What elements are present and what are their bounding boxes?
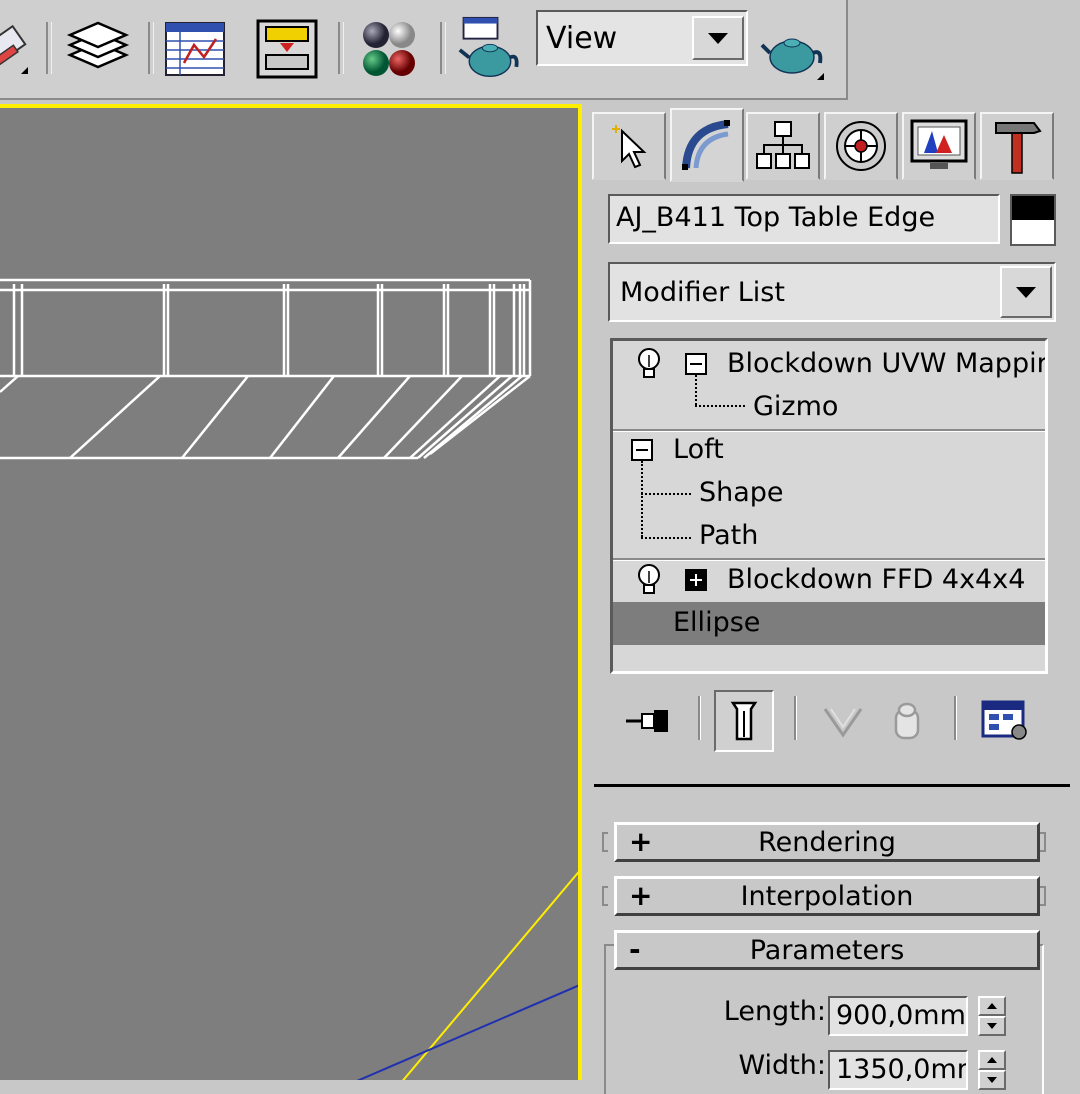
hammer-icon [995, 122, 1042, 174]
object-color-swatch[interactable] [1010, 194, 1056, 246]
chevron-down-icon[interactable] [1000, 266, 1052, 318]
stack-item-shape[interactable]: Shape [613, 472, 1045, 515]
wireframe-geometry [0, 278, 578, 1080]
track-view-icon[interactable] [162, 14, 228, 84]
show-end-result-icon[interactable] [714, 690, 774, 752]
stack-item-label: Blockdown UVW Mappir [727, 348, 1048, 379]
rollout-parameters[interactable]: - Parameters [614, 930, 1040, 970]
collapse-icon[interactable] [631, 439, 653, 461]
stack-item-uvw-mapping[interactable]: Blockdown UVW Mappir [613, 343, 1045, 386]
modify-tab[interactable] [670, 108, 744, 182]
utilities-tab[interactable] [980, 112, 1054, 180]
rollout-title: Parameters [749, 935, 905, 966]
view-dropdown-value: View [546, 21, 618, 56]
length-spinner[interactable] [978, 996, 1006, 1036]
configure-modifier-sets-icon[interactable] [976, 690, 1034, 752]
create-tab[interactable] [592, 112, 666, 180]
lightbulb-icon[interactable] [635, 347, 663, 381]
width-label: Width: [738, 1050, 826, 1081]
lightbulb-icon[interactable] [635, 563, 663, 597]
schematic-view-icon[interactable] [254, 14, 320, 84]
stack-item-label: Shape [699, 477, 784, 508]
layers-icon[interactable] [64, 14, 130, 84]
stack-item-label: Loft [673, 434, 724, 465]
make-unique-icon[interactable] [818, 690, 868, 752]
quick-render-icon[interactable] [760, 14, 826, 84]
hierarchy-tab[interactable] [746, 112, 820, 180]
perspective-viewport[interactable] [0, 104, 582, 1080]
material-editor-icon[interactable] [356, 14, 422, 84]
modify-icon [682, 120, 730, 170]
motion-icon [836, 121, 886, 171]
modifier-list-value: Modifier List [620, 277, 785, 308]
display-icon [910, 119, 968, 169]
expand-icon[interactable] [685, 569, 707, 591]
paint-edit-icon[interactable] [0, 14, 36, 84]
display-tab[interactable] [902, 112, 976, 180]
motion-tab[interactable] [824, 112, 898, 180]
main-toolbar: View [0, 0, 848, 100]
stack-item-ellipse[interactable]: Ellipse [613, 602, 1045, 645]
render-view-dropdown[interactable]: View [536, 10, 748, 66]
rollout-title: Interpolation [740, 881, 914, 912]
hierarchy-icon [756, 121, 810, 169]
stack-item-path[interactable]: Path [613, 515, 1045, 558]
stack-item-label: Gizmo [753, 391, 839, 422]
length-input[interactable]: 900,0mm [828, 996, 968, 1036]
stack-item-label: Blockdown FFD 4x4x4 [727, 564, 1026, 595]
width-spinner[interactable] [978, 1050, 1006, 1090]
stack-item-label: Path [699, 520, 759, 551]
stack-item-gizmo[interactable]: Gizmo [613, 386, 1045, 429]
rollout-interpolation[interactable]: + Interpolation [614, 876, 1040, 916]
object-name-field[interactable]: AJ_B411 Top Table Edge [608, 194, 1000, 244]
length-label: Length: [723, 996, 826, 1027]
command-panel: AJ_B411 Top Table Edge Modifier List Blo… [584, 104, 1080, 1094]
chevron-down-icon[interactable] [692, 16, 744, 60]
remove-modifier-icon[interactable] [884, 690, 930, 752]
stack-item-loft[interactable]: Loft [613, 429, 1045, 472]
render-scene-icon[interactable] [456, 14, 522, 84]
rollout-rendering[interactable]: + Rendering [614, 822, 1040, 862]
stack-item-ffd[interactable]: Blockdown FFD 4x4x4 [613, 559, 1045, 602]
pin-stack-icon[interactable] [620, 690, 676, 752]
rollout-title: Rendering [758, 827, 896, 858]
modifier-list-dropdown[interactable]: Modifier List [608, 262, 1056, 322]
collapse-icon[interactable] [685, 353, 707, 375]
create-icon [612, 125, 647, 169]
width-input[interactable]: 1350,0mm [828, 1050, 968, 1090]
modifier-stack[interactable]: Blockdown UVW Mappir Gizmo Loft Shape Pa… [610, 338, 1048, 674]
stack-item-label: Ellipse [673, 607, 761, 638]
